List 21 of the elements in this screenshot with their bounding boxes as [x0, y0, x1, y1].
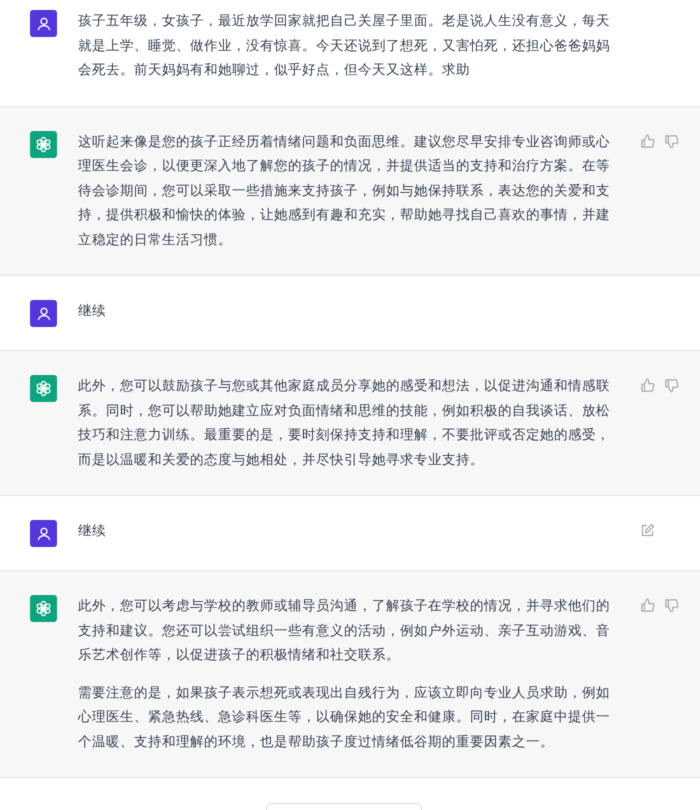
user-avatar-icon: [36, 306, 52, 322]
message-text: 继续: [78, 302, 107, 321]
message-text: 此外，您可以考虑与学校的教师或辅导员沟通，了解孩子在学校的情况，并寻求他们的支持和建议。您还可以尝试组织一些有意义的活动，例如户外运动、亲子互动游戏、音乐艺术创作等，以促进孩子的积极情绪和社交联系。: [78, 597, 611, 665]
knot-logo-icon: [34, 599, 53, 618]
user-avatar-icon: [36, 16, 52, 32]
thumbs-up-icon[interactable]: [640, 598, 655, 613]
thumbs-down-icon[interactable]: [664, 598, 679, 613]
message-text: 此外，您可以鼓励孩子与您或其他家庭成员分享她的感受和想法，以促进沟通和情感联系。同时，您可以帮助她建立应对负面情绪和思维的技能，例如积极的自我谈话、放松技巧和注意力训练。最重要的是，要时刻保持支持和理解，不要批评或否定她的感受，而是以温暖和关爱的态度与她相处，并尽快引导她寻求专业支持。: [78, 377, 611, 470]
user-avatar-icon: [36, 526, 52, 542]
thumbs-down-icon[interactable]: [664, 378, 679, 393]
message-text: 这听起来像是您的孩子正经历着情绪问题和负面思维。建议您尽早安排专业咨询师或心理医生会诊，以便更深入地了解您的孩子的情况，并提供适当的支持和治疗方案。在等待会诊期间，您可以采取一些措施来支持孩子，例如与她保持联系，表达您的关爱和支持，提供积极和愉快的体验，让她感到有趣和充实，帮助她寻找自己喜欢的事情，并建立稳定的日常生活习惯。: [78, 132, 611, 250]
edit-icon[interactable]: [640, 523, 655, 538]
bottom-button[interactable]: [266, 803, 422, 810]
message-text: 继续: [78, 522, 107, 541]
thumbs-down-icon[interactable]: [664, 134, 679, 148]
thumbs-up-icon[interactable]: [640, 134, 655, 148]
thumbs-up-icon[interactable]: [640, 378, 655, 393]
message-text: 孩子五年级，女孩子，最近放学回家就把自己关屋子里面。老是说人生没有意义，每天就是上学、睡觉、做作业，没有惊喜。今天还说到了想死，又害怕死，还担心爸爸妈妈会死去。前天妈妈有和她聊过，似乎好点，但今天又这样。求助: [78, 12, 611, 80]
message-text: 需要注意的是，如果孩子表示想死或表现出自残行为，应该立即向专业人员求助，例如心理医生、紧急热线、急诊科医生等，以确保她的安全和健康。同时，在家庭中提供一个温暖、支持和理解的环境，也是帮助孩子度过情绪低谷期的重要因素之一。: [78, 684, 611, 752]
knot-logo-icon: [34, 134, 53, 154]
knot-logo-icon: [34, 379, 53, 398]
